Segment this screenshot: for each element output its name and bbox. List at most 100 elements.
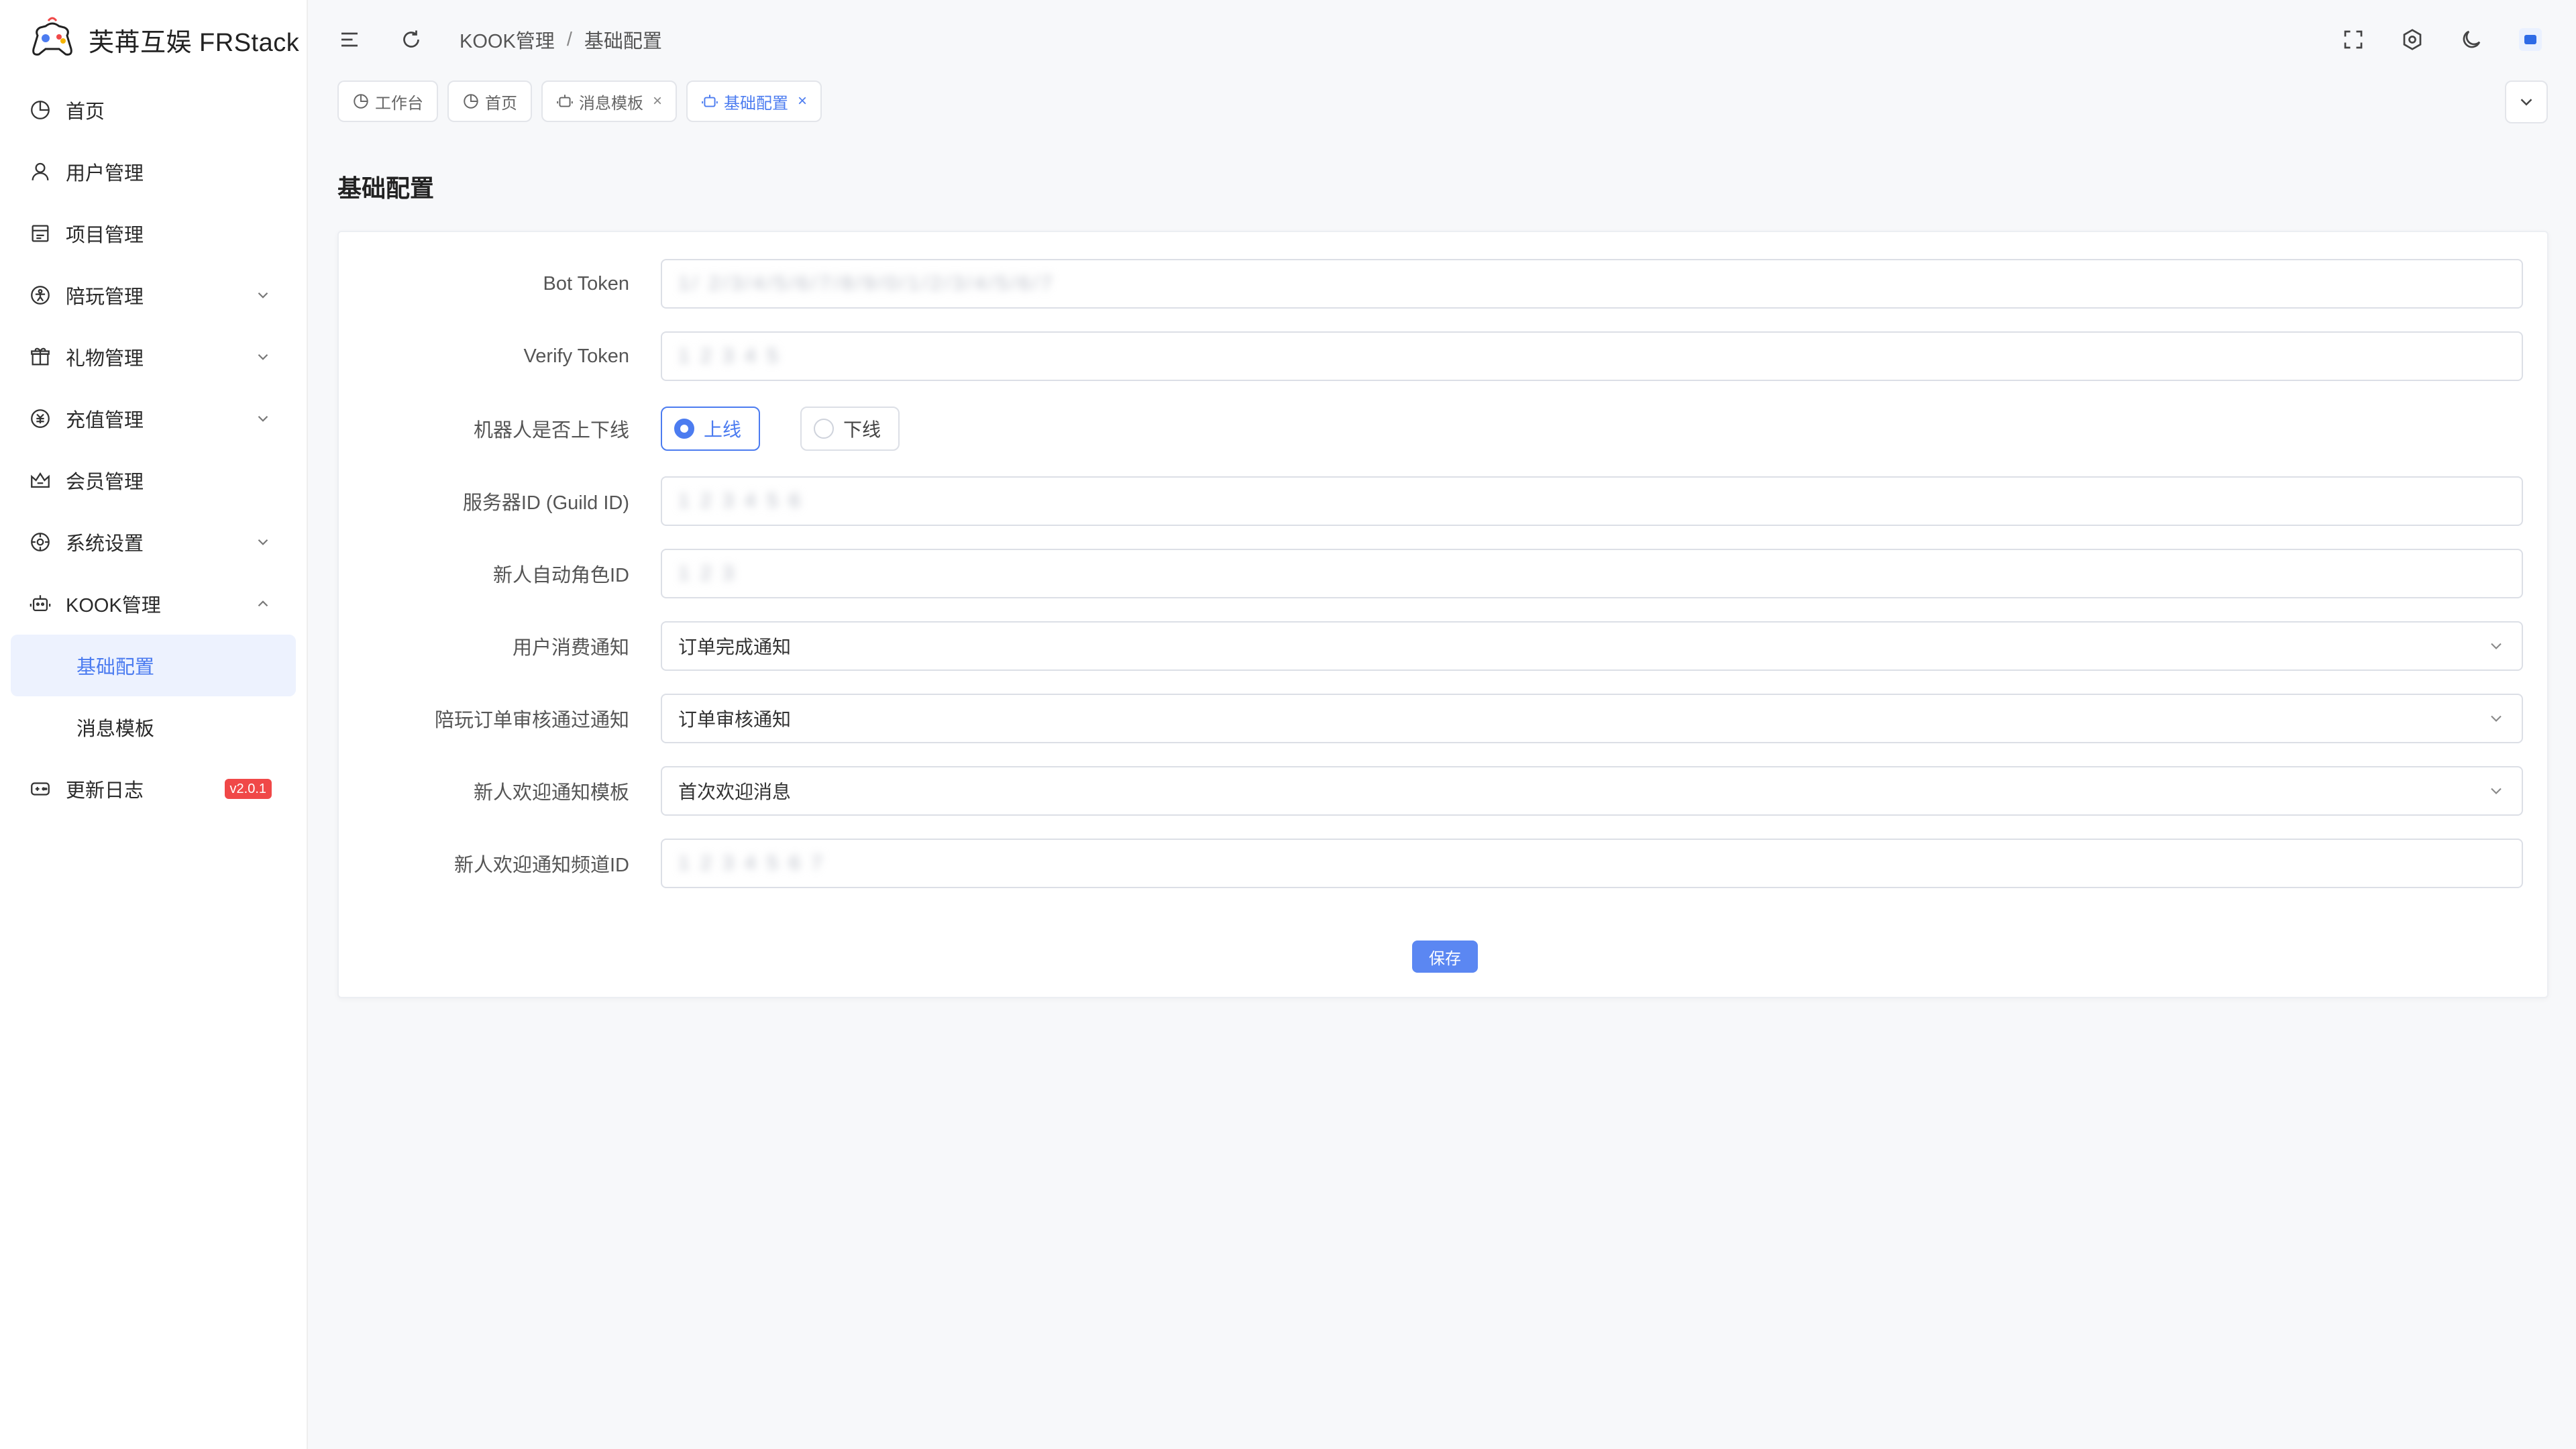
fullscreen-icon[interactable] [2340,26,2367,53]
gamepad-logo-icon [32,17,72,56]
page-tabs: 工作台 首页 消息模板 × 基础配置 × [337,80,831,122]
sidebar-item-label: 系统设置 [66,533,144,555]
form-row-welcome-channel: 新人欢迎通知频道ID 1 2 3 4 5 6 7 [339,839,2547,888]
form-row-auto-role: 新人自动角色ID 1 2 3 [339,549,2547,598]
sidebar-subitem-label: 基础配置 [76,657,155,678]
welcome-channel-label: 新人欢迎通知频道ID [453,855,629,876]
auto-role-input[interactable]: 1 2 3 [661,549,2523,598]
brand[interactable]: 芙苒互娱 FRStack [0,0,307,79]
log-icon [28,777,52,801]
tab-workbench[interactable]: 工作台 [337,80,438,122]
sidebar-item-home[interactable]: 首页 [0,79,307,141]
consume-notify-select[interactable]: 订单完成通知 [661,621,2523,671]
chevron-down-icon [2491,643,2502,649]
sidebar-item-companion[interactable]: 陪玩管理 [0,264,307,326]
settings-icon [28,530,52,554]
user-icon [28,160,52,184]
sidebar-item-recharge[interactable]: 充值管理 [0,388,307,449]
sidebar-item-label: 用户管理 [66,163,144,184]
tab-label: 首页 [485,94,517,113]
chevron-down-icon [258,539,268,545]
sidebar-item-projects[interactable]: 项目管理 [0,203,307,264]
chevron-down-icon [2520,99,2532,106]
sidebar-subitem-message-template[interactable]: 消息模板 [11,696,296,758]
breadcrumb-item-current: 基础配置 [584,31,662,52]
sidebar-item-gifts[interactable]: 礼物管理 [0,326,307,388]
breadcrumb-item[interactable]: KOOK管理 [460,25,555,54]
form-row-welcome-template: 新人欢迎通知模板 首次欢迎消息 [339,766,2547,816]
sidebar-item-label: 充值管理 [66,410,144,431]
form-row-guild-id: 服务器ID (Guild ID) 1 2 3 4 5 6 [339,476,2547,526]
sidebar-item-label: 陪玩管理 [66,286,144,308]
sidebar-item-settings[interactable]: 系统设置 [0,511,307,573]
welcome-channel-input[interactable]: 1 2 3 4 5 6 7 [661,839,2523,888]
tab-message-template[interactable]: 消息模板 × [541,80,678,122]
close-icon[interactable]: × [798,92,807,111]
auto-role-value: 1 2 3 [678,562,737,584]
robot-icon [28,592,52,616]
gear-icon[interactable] [2399,26,2426,53]
close-icon[interactable]: × [653,92,662,111]
bot-online-radio-group: 上线 下线 [661,404,2523,453]
verify-token-input[interactable]: 1 2 3 4 5 [661,331,2523,381]
sidebar-item-label: 项目管理 [66,225,144,246]
breadcrumb-separator: / [566,28,572,50]
welcome-template-select[interactable]: 首次欢迎消息 [661,766,2523,816]
gift-icon [28,345,52,369]
auto-role-label: 新人自动角色ID [492,565,629,586]
guild-id-input[interactable]: 1 2 3 4 5 6 [661,476,2523,526]
chevron-down-icon [2491,788,2502,794]
project-icon [28,221,52,246]
bot-token-label: Bot Token [543,272,629,294]
chevron-down-icon [258,292,268,299]
tab-label: 工作台 [375,94,423,113]
companion-icon [28,283,52,307]
tab-label: 消息模板 [579,94,643,113]
sidebar: 芙苒互娱 FRStack 首页 用户管理 项目管理 陪玩管理 礼物管理 充值管理… [0,0,308,1449]
sidebar-item-label: 礼物管理 [66,348,144,370]
sidebar-item-users[interactable]: 用户管理 [0,141,307,203]
select-value: 订单完成通知 [678,637,792,657]
sidebar-item-label: 更新日志 [66,780,144,802]
radio-online[interactable]: 上线 [661,407,761,451]
sidebar-subitem-basic-config[interactable]: 基础配置 [11,635,296,696]
form-row-bot-token: Bot Token 1/ 2/3/4/5/6/7/8/9/0/1/2/3/4/5… [339,259,2547,309]
tabs-dropdown-button[interactable] [2505,80,2548,123]
sidebar-item-changelog[interactable]: 更新日志 v2.0.1 [0,758,307,820]
consume-notify-label: 用户消费通知 [512,637,629,659]
recharge-icon [28,407,52,431]
form-row-order-review: 陪玩订单审核通过通知 订单审核通知 [339,694,2547,743]
order-review-select[interactable]: 订单审核通知 [661,694,2523,743]
radio-label: 上线 [704,419,742,440]
page-title: 基础配置 [337,174,435,202]
dashboard-icon [28,98,52,122]
radio-label: 下线 [843,419,881,440]
crown-icon [28,468,52,492]
avatar[interactable] [2517,26,2544,53]
menu-toggle-icon[interactable] [336,26,363,53]
app-title: 芙苒互娱 FRStack [89,28,300,57]
radio-checked-icon [674,419,694,439]
guild-id-value: 1 2 3 4 5 6 [678,490,803,512]
user-avatar-icon [2519,28,2542,51]
config-form-card: Bot Token 1/ 2/3/4/5/6/7/8/9/0/1/2/3/4/5… [337,231,2548,998]
radio-offline[interactable]: 下线 [800,407,900,451]
dashboard-icon [354,94,368,109]
tab-home[interactable]: 首页 [447,80,532,122]
sidebar-item-kook[interactable]: KOOK管理 [0,573,307,635]
form-row-consume-notify: 用户消费通知 订单完成通知 [339,621,2547,671]
tab-basic-config[interactable]: 基础配置 × [686,80,822,122]
sidebar-item-members[interactable]: 会员管理 [0,449,307,511]
bot-token-input[interactable]: 1/ 2/3/4/5/6/7/8/9/0/1/2/3/4/5/6/7 [661,259,2523,309]
sidebar-item-label: 会员管理 [66,472,144,493]
guild-id-label: 服务器ID (Guild ID) [462,492,629,514]
save-button[interactable]: 保存 [1412,941,1478,973]
sidebar-item-label: KOOK管理 [66,595,161,616]
header-actions [2308,26,2544,53]
refresh-icon[interactable] [398,26,425,53]
order-review-label: 陪玩订单审核通过通知 [434,710,629,731]
select-value: 订单审核通知 [678,709,792,730]
moon-icon[interactable] [2458,26,2485,53]
welcome-template-label: 新人欢迎通知模板 [473,782,629,804]
sidebar-subitem-label: 消息模板 [76,718,155,740]
